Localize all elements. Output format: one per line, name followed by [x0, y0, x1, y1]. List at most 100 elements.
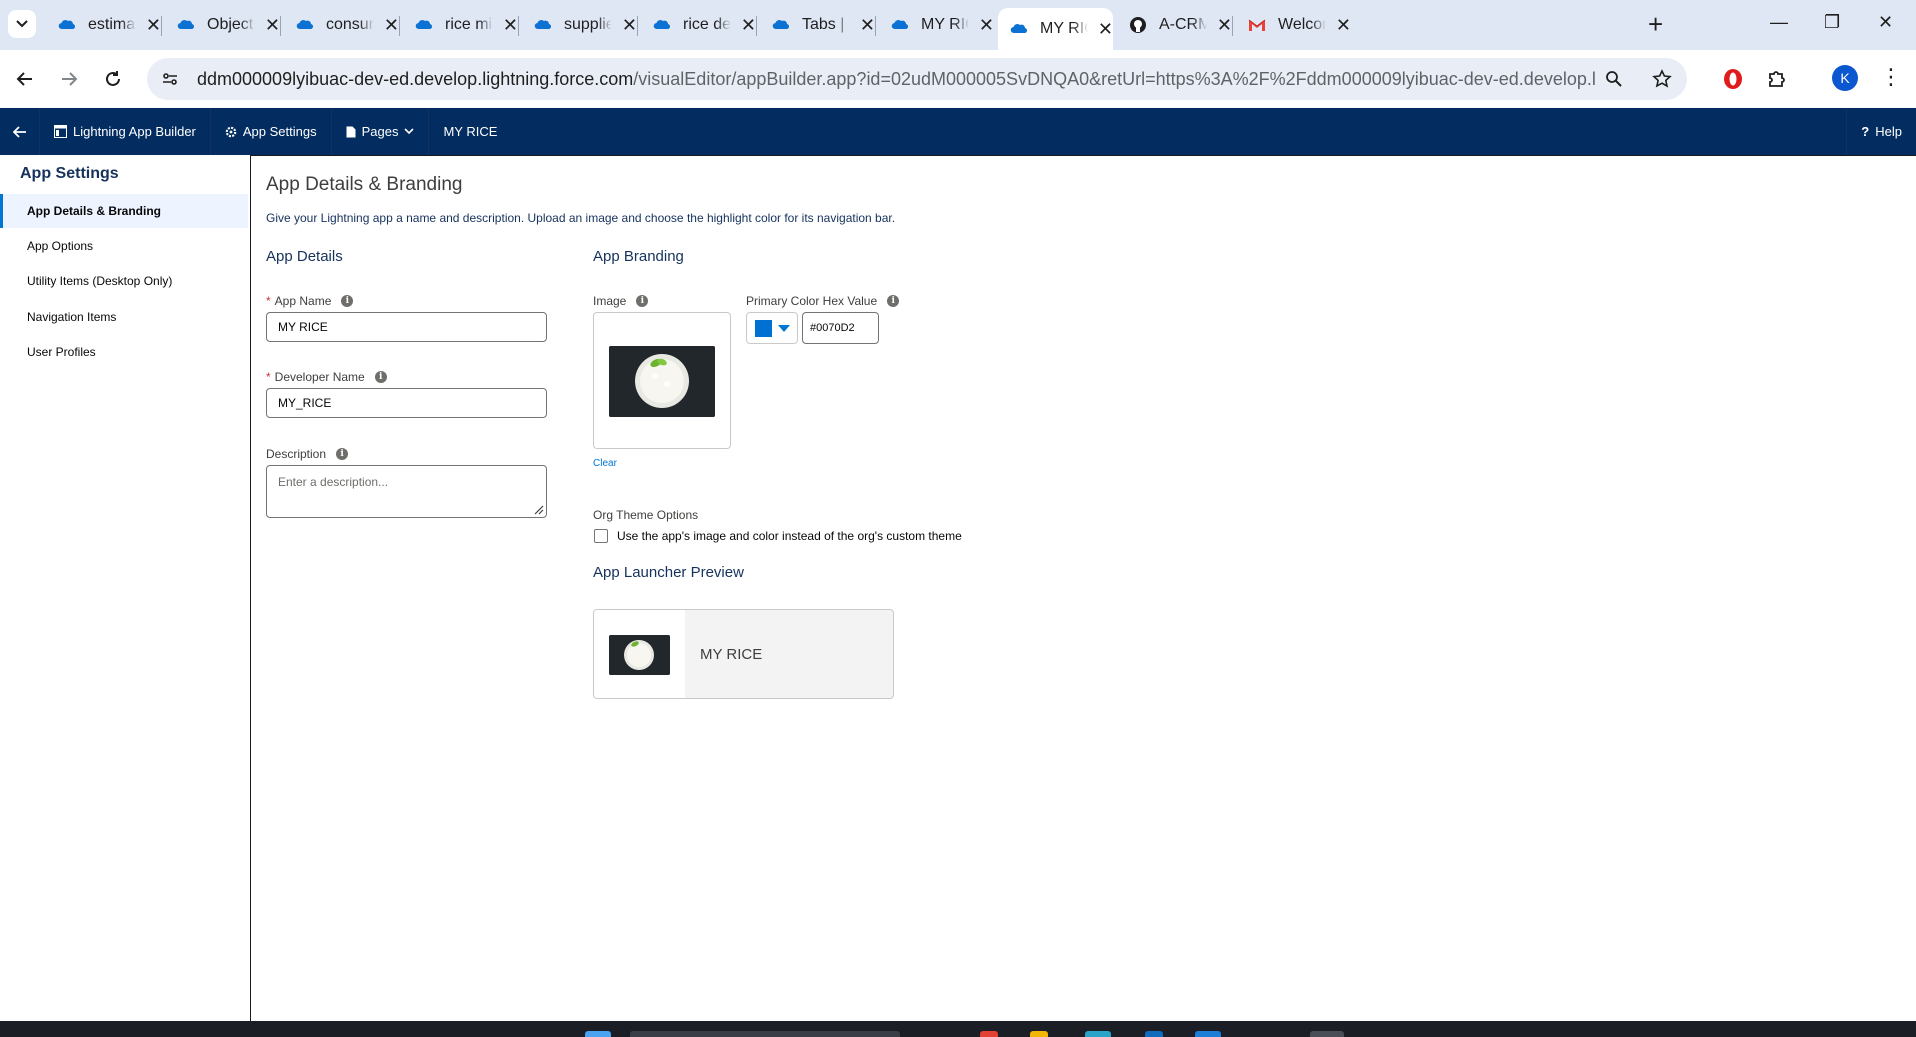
sidebar-item-utility-items[interactable]: Utility Items (Desktop Only) [0, 264, 248, 298]
arrow-left-icon [12, 125, 26, 138]
profile-avatar[interactable]: K [1832, 65, 1858, 91]
color-swatch [755, 319, 772, 337]
primary-color-label: Primary Color Hex Value i [746, 294, 900, 308]
tab-separator [399, 16, 400, 36]
app-name-input[interactable]: MY RICE [266, 312, 547, 342]
app-image-upload[interactable] [593, 312, 731, 449]
browser-tab[interactable]: estimate ✕ [46, 8, 161, 42]
salesforce-cloud-icon [296, 20, 314, 30]
app-name-label: * App Name i [266, 294, 354, 308]
browser-tab[interactable]: Welcom ✕ [1236, 8, 1351, 42]
forward-button[interactable] [52, 62, 86, 96]
salesforce-cloud-icon [653, 20, 671, 30]
close-icon[interactable]: ✕ [1336, 15, 1351, 36]
bookmark-star-icon[interactable] [1645, 62, 1679, 96]
rice-bowl-thumbnail [609, 635, 670, 675]
org-theme-checkbox[interactable] [594, 529, 608, 543]
back-to-setup-button[interactable] [0, 108, 40, 155]
close-icon[interactable]: ✕ [1098, 19, 1113, 40]
taskbar-chrome-icon[interactable] [1310, 1031, 1344, 1037]
taskbar-app-icon[interactable] [980, 1031, 998, 1037]
extensions-puzzle-icon[interactable] [1760, 62, 1794, 96]
back-button[interactable] [8, 62, 42, 96]
close-icon[interactable]: ✕ [1217, 15, 1232, 36]
salesforce-cloud-icon [415, 20, 433, 30]
tab-title: rice mill [445, 16, 493, 33]
browser-tab[interactable]: consume ✕ [284, 8, 399, 42]
zoom-icon[interactable] [1597, 62, 1631, 96]
taskbar-app-icon[interactable] [1085, 1031, 1111, 1037]
taskbar-app-icon[interactable] [1145, 1031, 1163, 1037]
browser-tab[interactable]: Object M ✕ [165, 8, 280, 42]
close-icon[interactable]: ✕ [384, 15, 399, 36]
taskbar-start-icon[interactable] [585, 1031, 611, 1037]
image-label-text: Image [593, 294, 627, 308]
browser-tab[interactable]: rice deta ✕ [641, 8, 756, 42]
opera-extension-icon[interactable] [1716, 62, 1750, 96]
required-marker: * [266, 294, 271, 308]
new-tab-button[interactable]: + [1648, 10, 1663, 38]
current-app-name: MY RICE [429, 108, 511, 155]
rice-bowl-image [609, 346, 715, 417]
browser-tab[interactable]: supplier ✕ [522, 8, 637, 42]
arrow-right-icon [62, 72, 78, 86]
app-settings-tab[interactable]: App Settings [211, 108, 332, 155]
restore-button[interactable]: ❐ [1824, 12, 1840, 33]
primary-color-hex-input[interactable]: #0070D2 [802, 312, 879, 344]
chevron-down-icon [16, 20, 28, 28]
color-picker-button[interactable] [746, 312, 798, 344]
taskbar-search[interactable] [630, 1031, 900, 1037]
close-icon[interactable]: ✕ [979, 15, 994, 36]
help-label: Help [1875, 124, 1902, 139]
browser-tab[interactable]: MY RICE ✕ [998, 8, 1113, 50]
close-icon[interactable]: ✕ [265, 15, 280, 36]
info-icon[interactable]: i [374, 371, 387, 383]
developer-name-input[interactable]: MY_RICE [266, 388, 547, 418]
info-icon[interactable]: i [636, 295, 649, 307]
help-button[interactable]: ? Help [1846, 108, 1916, 155]
site-info-icon[interactable] [153, 62, 187, 96]
close-icon[interactable]: ✕ [622, 15, 637, 36]
browser-tab[interactable]: rice mill ✕ [403, 8, 518, 42]
tab-separator [280, 16, 281, 36]
taskbar-app-icon[interactable] [1195, 1031, 1221, 1037]
description-textarea[interactable]: Enter a description... [266, 465, 547, 518]
resize-handle-icon[interactable] [534, 505, 544, 515]
tab-search-button[interactable] [8, 10, 36, 38]
sidebar-item-user-profiles[interactable]: User Profiles [0, 335, 248, 369]
pages-menu[interactable]: Pages [332, 108, 430, 155]
sidebar-item-navigation-items[interactable]: Navigation Items [0, 300, 248, 334]
browser-tab[interactable]: Tabs | Sa ✕ [760, 8, 875, 42]
address-bar[interactable]: ddm000009lyibuac-dev-ed.develop.lightnin… [147, 58, 1687, 100]
settings-sidebar: App Settings App Details & Branding App … [0, 155, 250, 1021]
tab-title: Tabs | Sa [802, 16, 850, 33]
close-icon[interactable]: ✕ [860, 15, 875, 36]
close-icon[interactable]: ✕ [741, 15, 756, 36]
tab-separator [756, 16, 757, 36]
browser-menu-icon[interactable]: ⋮ [1880, 64, 1902, 90]
browser-tab[interactable]: A-CRM- ✕ [1117, 8, 1232, 42]
preview-app-name: MY RICE [700, 646, 763, 663]
info-icon[interactable]: i [336, 448, 349, 460]
info-icon[interactable]: i [887, 295, 900, 307]
close-icon[interactable]: ✕ [503, 15, 518, 36]
browser-tab[interactable]: MY RICE ✕ [879, 8, 994, 42]
github-favicon-icon [1130, 17, 1146, 33]
sidebar-title: App Settings [20, 165, 119, 182]
app-launcher-preview-heading: App Launcher Preview [593, 564, 744, 581]
taskbar-app-icon[interactable] [1030, 1031, 1048, 1037]
clear-image-link[interactable]: Clear [593, 458, 617, 469]
tab-title: consume [326, 16, 374, 33]
app-settings-label: App Settings [242, 124, 317, 139]
minimize-button[interactable]: — [1770, 12, 1788, 33]
close-window-button[interactable]: ✕ [1878, 12, 1893, 33]
reload-button[interactable] [96, 62, 130, 96]
gear-icon [225, 126, 237, 137]
sidebar-item-app-options[interactable]: App Options [0, 229, 248, 263]
required-marker: * [266, 370, 271, 384]
info-icon[interactable]: i [341, 295, 354, 307]
close-icon[interactable]: ✕ [146, 15, 161, 36]
arrow-left-icon [16, 72, 32, 86]
app-builder-label: Lightning App Builder [73, 124, 196, 139]
sidebar-item-app-details-branding[interactable]: App Details & Branding [0, 194, 248, 228]
